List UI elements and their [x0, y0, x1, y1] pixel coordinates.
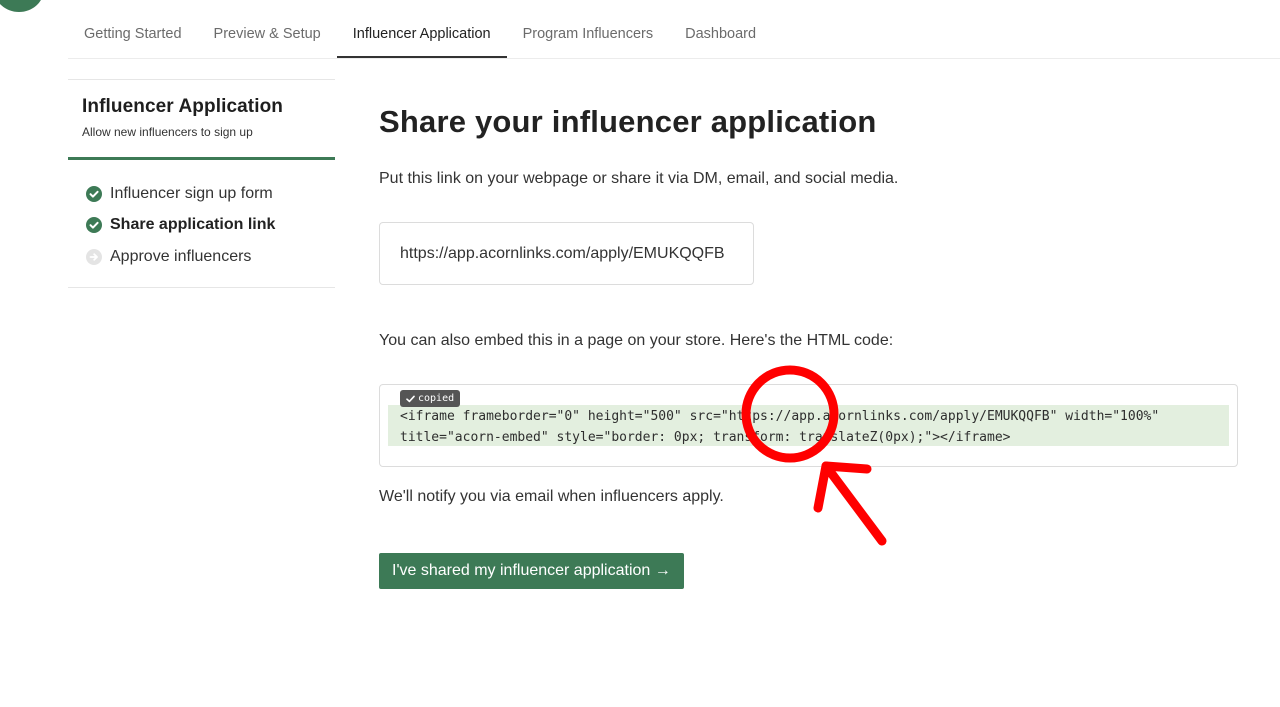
embed-code-line-2: title="acorn-embed" style="border: 0px; …: [400, 430, 1011, 445]
sidebar-step-sign-up-form[interactable]: Influencer sign up form: [86, 178, 335, 210]
copied-badge: copied: [400, 390, 461, 407]
red-arrow-annotation: [813, 461, 887, 546]
sidebar-step-label: Approve influencers: [110, 247, 252, 265]
sidebar-header: Influencer Application Allow new influen…: [68, 80, 335, 160]
sidebar-step-approve-influencers[interactable]: Approve influencers: [86, 241, 335, 273]
tab-preview-setup[interactable]: Preview & Setup: [198, 24, 337, 58]
sidebar-subtitle: Allow new influencers to sign up: [82, 125, 253, 139]
check-circle-icon: [86, 185, 102, 202]
notify-text: We'll notify you via email when influenc…: [379, 488, 724, 505]
checkmark-icon: [406, 395, 415, 402]
application-link-value: https://app.acornlinks.com/apply/EMUKQQF…: [400, 244, 725, 262]
share-instructions: Put this link on your webpage or share i…: [379, 170, 899, 187]
shared-application-button[interactable]: I've shared my influencer application →: [379, 553, 684, 589]
tab-program-influencers[interactable]: Program Influencers: [507, 24, 670, 58]
page-title: Share your influencer application: [379, 104, 877, 139]
tab-getting-started[interactable]: Getting Started: [68, 24, 198, 58]
sidebar-step-label: Share application link: [110, 216, 276, 234]
embed-code: <iframe frameborder="0" height="500" src…: [400, 406, 1159, 448]
sidebar-step-label: Influencer sign up form: [110, 184, 273, 202]
arrow-circle-icon: [86, 248, 102, 265]
sidebar-step-share-link[interactable]: Share application link: [86, 210, 335, 242]
check-circle-icon: [86, 217, 102, 234]
embed-code-line-1: <iframe frameborder="0" height="500" src…: [400, 409, 1160, 424]
application-link-field[interactable]: https://app.acornlinks.com/apply/EMUKQQF…: [379, 222, 754, 285]
embed-code-box[interactable]: <iframe frameborder="0" height="500" src…: [379, 384, 1238, 467]
sidebar: Influencer Application Allow new influen…: [68, 79, 335, 288]
tab-dashboard[interactable]: Dashboard: [669, 24, 772, 58]
embed-instructions: You can also embed this in a page on you…: [379, 332, 894, 349]
tab-influencer-application[interactable]: Influencer Application: [336, 24, 507, 58]
app-logo[interactable]: [0, 0, 44, 12]
sidebar-steps: Influencer sign up form Share applicatio…: [68, 160, 335, 288]
copied-label: copied: [418, 393, 455, 404]
sidebar-title: Influencer Application: [82, 96, 284, 117]
top-nav-tabs: Getting Started Preview & Setup Influenc…: [68, 0, 1280, 59]
